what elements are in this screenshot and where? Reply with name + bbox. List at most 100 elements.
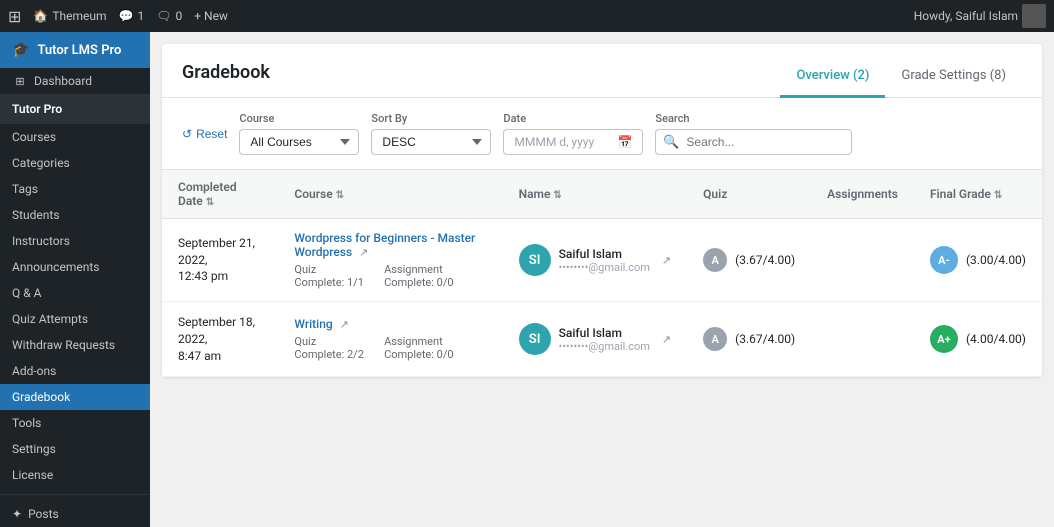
responses-item[interactable]: 🗨 0 [156,9,182,23]
user-ext-link-1[interactable]: ↗ [662,333,671,346]
th-course[interactable]: Course ⇅ [278,170,502,219]
th-name[interactable]: Name ⇅ [503,170,688,219]
sidebar-item-quiz-attempts[interactable]: Quiz Attempts [0,306,150,332]
instructors-label: Instructors [12,234,70,248]
site-name[interactable]: 🏠 Themeum [33,9,106,23]
sidebar-item-gradebook[interactable]: Gradebook [0,384,150,410]
course-select[interactable]: All Courses [239,129,359,155]
comments-item[interactable]: 💬 1 [119,9,145,23]
plugin-header-label: Tutor Pro [12,102,62,116]
cell-final-grade-0: A- (3.00/4.00) [914,219,1042,302]
cell-quiz-1: A (3.67/4.00) [687,302,811,377]
tab-overview[interactable]: Overview (2) [780,60,885,98]
sidebar-plugin-header: Tutor Pro [0,94,150,124]
cell-assignments-0 [811,219,914,302]
sidebar-item-settings[interactable]: Settings [0,436,150,462]
dashboard-icon: ⊞ [12,75,28,88]
sidebar-item-addons[interactable]: Add-ons [0,358,150,384]
sidebar-item-posts[interactable]: ✦ Posts [0,501,150,527]
final-grade-badge-1: A+ [930,325,958,353]
sortby-select[interactable]: DESC [371,129,491,155]
wp-logo[interactable]: ⊞ [8,7,21,26]
search-wrapper: 🔍 [655,129,852,155]
withdraw-requests-label: Withdraw Requests [12,338,115,352]
quiz-badge-0: A [703,248,727,272]
sidebar-item-dashboard[interactable]: ⊞ Dashboard [0,68,150,94]
table-header-row: Completed Date ⇅ Course ⇅ Name ⇅ Quiz [162,170,1042,219]
response-icon: 🗨 [156,9,171,23]
cell-quiz-0: A (3.67/4.00) [687,219,811,302]
posts-label: Posts [28,507,59,521]
courses-label: Courses [12,130,56,144]
date-input[interactable]: MMMM d, yyyy 📅 [503,129,643,155]
plugin-logo[interactable]: 🎓 Tutor LMS Pro [0,32,150,68]
sort-icon-course: ⇅ [336,190,344,201]
date-filter-label: Date [503,112,643,125]
addons-label: Add-ons [12,364,56,378]
gradebook-tabs: Overview (2) Grade Settings (8) [780,60,1022,97]
tab-grade-settings[interactable]: Grade Settings (8) [885,60,1022,98]
sidebar-item-instructors[interactable]: Instructors [0,228,150,254]
user-ext-link-0[interactable]: ↗ [662,254,671,267]
sidebar-item-tags[interactable]: Tags [0,176,150,202]
reset-button[interactable]: ↺ Reset [182,123,227,145]
new-item[interactable]: + New [194,9,228,23]
search-input[interactable] [655,129,852,155]
cell-final-grade-1: A+ (4.00/4.00) [914,302,1042,377]
home-icon: 🏠 [33,9,48,23]
search-filter-label: Search [655,112,852,125]
table-row: September 18, 2022, 8:47 am Writing ↗ Qu… [162,302,1042,377]
sidebar-item-announcements[interactable]: Announcements [0,254,150,280]
sidebar-item-tools[interactable]: Tools [0,410,150,436]
search-filter: Search 🔍 [655,112,852,155]
sidebar-item-courses[interactable]: Courses [0,124,150,150]
sidebar-item-students[interactable]: Students [0,202,150,228]
posts-icon: ✦ [12,507,22,521]
cell-name-1: SI Saiful Islam ••••••••@gmail.com ↗ [503,302,688,377]
sortby-filter: Sort By DESC [371,112,491,155]
admin-bar-right: Howdy, Saiful Islam [914,4,1046,28]
settings-label: Settings [12,442,56,456]
page-title: Gradebook [182,62,270,95]
announcements-label: Announcements [12,260,99,274]
categories-label: Categories [12,156,70,170]
user-avatar [1022,4,1046,28]
th-final-grade[interactable]: Final Grade ⇅ [914,170,1042,219]
gradebook-header: Gradebook Overview (2) Grade Settings (8… [162,44,1042,98]
course-ext-link-1[interactable]: ↗ [340,318,349,331]
user-avatar-0: SI [519,244,551,276]
calendar-icon: 📅 [617,135,632,149]
tags-label: Tags [12,182,38,196]
final-grade-badge-0: A- [930,246,958,274]
sort-icon-date: ⇅ [206,197,214,208]
th-completed-date[interactable]: Completed Date ⇅ [162,170,278,219]
gradebook-panel: Gradebook Overview (2) Grade Settings (8… [162,44,1042,377]
sort-icon-grade: ⇅ [994,190,1002,201]
gradebook-table: Completed Date ⇅ Course ⇅ Name ⇅ Quiz [162,170,1042,377]
cell-date-1: September 18, 2022, 8:47 am [162,302,278,377]
cell-course-1: Writing ↗ Quiz Complete: 2/2 Assignment … [278,302,502,377]
sidebar: 🎓 Tutor LMS Pro ⊞ Dashboard Tutor Pro Co… [0,32,150,527]
sidebar-divider-1 [0,494,150,495]
sidebar-item-license[interactable]: License [0,462,150,488]
course-filter-label: Course [239,112,359,125]
date-placeholder: MMMM d, yyyy [514,135,594,149]
plugin-name: Tutor LMS Pro [37,43,121,58]
user-avatar-1: SI [519,323,551,355]
cell-name-0: SI Saiful Islam ••••••••@gmail.com ↗ [503,219,688,302]
admin-bar: ⊞ 🏠 Themeum 💬 1 🗨 0 + New Howdy, Saiful … [0,0,1054,32]
sidebar-item-categories[interactable]: Categories [0,150,150,176]
cell-course-0: Wordpress for Beginners - Master Wordpre… [278,219,502,302]
gradebook-label: Gradebook [12,390,70,404]
howdy-text: Howdy, Saiful Islam [914,9,1018,23]
plugin-icon: 🎓 [12,42,29,58]
reset-icon: ↺ [182,127,192,141]
sidebar-item-withdraw-requests[interactable]: Withdraw Requests [0,332,150,358]
date-filter: Date MMMM d, yyyy 📅 [503,112,643,155]
qa-label: Q & A [12,286,42,300]
sidebar-item-qa[interactable]: Q & A [0,280,150,306]
search-icon: 🔍 [663,135,679,150]
course-filter: Course All Courses [239,112,359,155]
th-quiz: Quiz [687,170,811,219]
course-ext-link-0[interactable]: ↗ [359,246,368,259]
